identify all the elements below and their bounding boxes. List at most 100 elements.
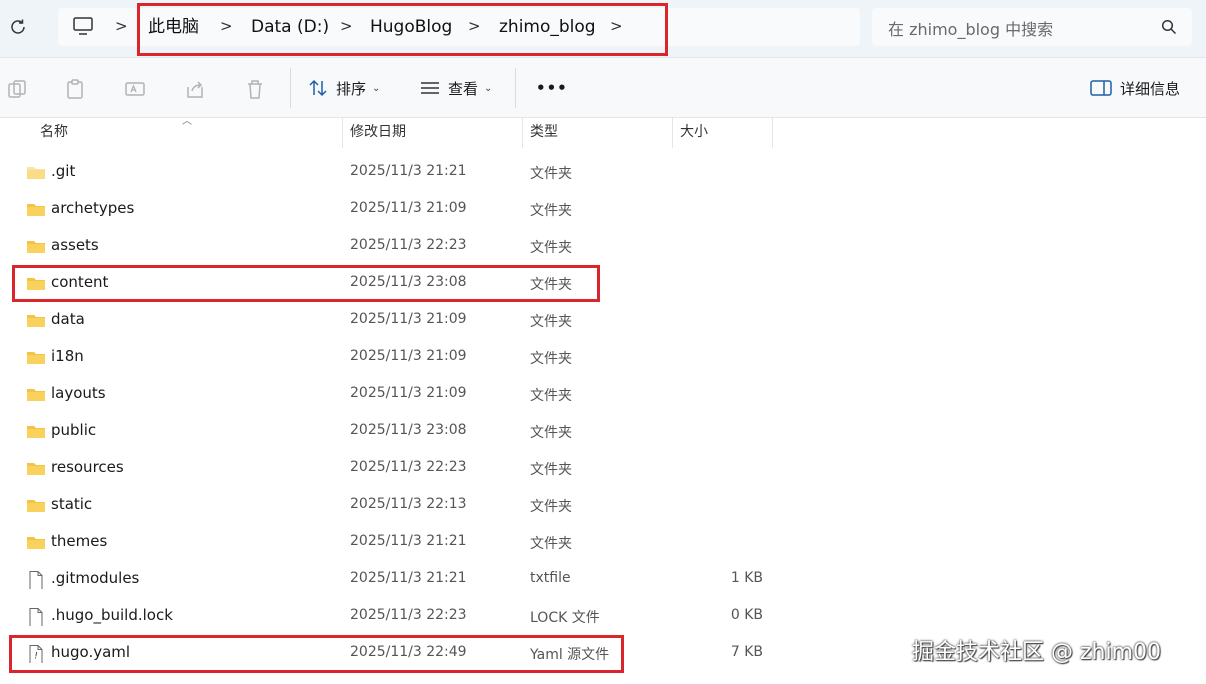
- file-name[interactable]: archetypes: [51, 199, 134, 217]
- file-type: txtfile: [530, 570, 571, 586]
- chevron-down-icon: ⌄: [372, 82, 381, 94]
- folder-icon: [27, 463, 45, 475]
- column-divider[interactable]: [672, 118, 673, 148]
- folder-hidden-icon: [27, 167, 45, 179]
- file-type: 文件夹: [530, 351, 572, 367]
- more-options-button[interactable]: •••: [536, 76, 568, 100]
- file-modified: 2025/11/3 22:13: [350, 496, 467, 512]
- column-divider[interactable]: [772, 118, 773, 148]
- sort-icon: [309, 79, 327, 97]
- share-icon[interactable]: [184, 78, 206, 100]
- file-icon: [29, 571, 43, 589]
- file-type: 文件夹: [530, 499, 572, 515]
- column-header-size[interactable]: 大小: [680, 118, 708, 148]
- chevron-right-icon[interactable]: >: [115, 16, 128, 36]
- file-name[interactable]: public: [51, 421, 96, 439]
- file-modified: 2025/11/3 21:09: [350, 348, 467, 364]
- file-modified: 2025/11/3 22:23: [350, 459, 467, 475]
- hugo-yaml-row-highlight-box: [9, 635, 624, 673]
- file-row[interactable]: assets 2025/11/3 22:23 文件夹: [0, 228, 1206, 265]
- refresh-icon[interactable]: [8, 17, 28, 37]
- file-row[interactable]: i18n 2025/11/3 21:09 文件夹: [0, 339, 1206, 376]
- copy-icon[interactable]: [6, 78, 28, 100]
- column-divider[interactable]: [342, 118, 343, 148]
- breadcrumb-highlight-box: [137, 3, 668, 56]
- file-type: 文件夹: [530, 203, 572, 219]
- folder-icon: [27, 426, 45, 438]
- delete-icon[interactable]: [244, 78, 266, 100]
- file-name[interactable]: resources: [51, 458, 124, 476]
- sort-ascending-icon: ︿: [182, 116, 192, 127]
- file-size: 7 KB: [730, 644, 763, 660]
- file-name[interactable]: .gitmodules: [51, 569, 139, 587]
- toolbar-divider: [515, 68, 516, 108]
- file-name[interactable]: data: [51, 310, 85, 328]
- folder-icon: [27, 315, 45, 327]
- file-row[interactable]: archetypes 2025/11/3 21:09 文件夹: [0, 191, 1206, 228]
- column-header-name[interactable]: 名称: [40, 118, 68, 148]
- file-modified: 2025/11/3 21:09: [350, 200, 467, 216]
- column-header-type[interactable]: 类型: [530, 118, 558, 148]
- file-row[interactable]: .gitmodules 2025/11/3 21:21 txtfile 1 KB: [0, 561, 1206, 598]
- folder-icon: [27, 389, 45, 401]
- file-name[interactable]: static: [51, 495, 92, 513]
- folder-icon: [27, 500, 45, 512]
- chevron-down-icon: ⌄: [484, 82, 493, 94]
- folder-icon: [27, 352, 45, 364]
- column-divider[interactable]: [522, 118, 523, 148]
- file-row[interactable]: themes 2025/11/3 21:21 文件夹: [0, 524, 1206, 561]
- file-row[interactable]: resources 2025/11/3 22:23 文件夹: [0, 450, 1206, 487]
- file-row[interactable]: public 2025/11/3 23:08 文件夹: [0, 413, 1206, 450]
- folder-icon: [27, 204, 45, 216]
- file-name[interactable]: .git: [51, 162, 75, 180]
- folder-icon: [27, 537, 45, 549]
- file-row[interactable]: static 2025/11/3 22:13 文件夹: [0, 487, 1206, 524]
- command-bar: 排序 ⌄ 查看 ⌄ ••• 详细信息: [0, 58, 1206, 118]
- search-icon[interactable]: [1161, 19, 1177, 35]
- paste-icon[interactable]: [64, 78, 86, 100]
- file-row[interactable]: layouts 2025/11/3 21:09 文件夹: [0, 376, 1206, 413]
- file-type: 文件夹: [530, 536, 572, 552]
- file-type: 文件夹: [530, 462, 572, 478]
- file-name[interactable]: i18n: [51, 347, 84, 365]
- file-name[interactable]: assets: [51, 236, 99, 254]
- computer-icon[interactable]: [72, 16, 94, 36]
- file-modified: 2025/11/3 21:21: [350, 533, 467, 549]
- sort-button[interactable]: 排序 ⌄: [308, 76, 380, 100]
- file-name[interactable]: layouts: [51, 384, 106, 402]
- file-modified: 2025/11/3 21:21: [350, 163, 467, 179]
- toolbar-divider: [290, 68, 291, 108]
- file-modified: 2025/11/3 21:09: [350, 385, 467, 401]
- file-type: 文件夹: [530, 388, 572, 404]
- details-label: 详细信息: [1120, 79, 1181, 98]
- file-name[interactable]: themes: [51, 532, 107, 550]
- file-modified: 2025/11/3 22:23: [350, 607, 467, 623]
- search-placeholder[interactable]: 在 zhimo_blog 中搜索: [888, 16, 1053, 40]
- view-button[interactable]: 查看 ⌄: [420, 76, 492, 100]
- column-header-modified[interactable]: 修改日期: [350, 118, 406, 148]
- details-pane-button[interactable]: 详细信息: [1090, 76, 1180, 100]
- watermark: 掘金技术社区 @ zhim00: [912, 640, 1162, 665]
- folder-icon: [27, 241, 45, 253]
- content-row-highlight-box: [12, 265, 600, 302]
- file-icon: [29, 608, 43, 626]
- file-row[interactable]: .git 2025/11/3 21:21 文件夹: [0, 154, 1206, 191]
- sort-label: 排序: [336, 79, 367, 98]
- details-pane-icon: [1090, 80, 1112, 96]
- view-label: 查看: [448, 79, 479, 98]
- file-type: LOCK 文件: [530, 610, 600, 626]
- file-size: 1 KB: [730, 570, 763, 586]
- file-row[interactable]: data 2025/11/3 21:09 文件夹: [0, 302, 1206, 339]
- file-row[interactable]: .hugo_build.lock 2025/11/3 22:23 LOCK 文件 0 …: [0, 598, 1206, 635]
- file-modified: 2025/11/3 21:09: [350, 311, 467, 327]
- file-type: 文件夹: [530, 240, 572, 256]
- file-modified: 2025/11/3 22:23: [350, 237, 467, 253]
- file-size: 0 KB: [730, 607, 763, 623]
- file-modified: 2025/11/3 21:21: [350, 570, 467, 586]
- file-name[interactable]: .hugo_build.lock: [51, 606, 173, 624]
- file-type: 文件夹: [530, 166, 572, 182]
- view-icon: [421, 82, 439, 94]
- rename-icon[interactable]: [124, 78, 146, 100]
- file-modified: 2025/11/3 23:08: [350, 422, 467, 438]
- file-type: 文件夹: [530, 314, 572, 330]
